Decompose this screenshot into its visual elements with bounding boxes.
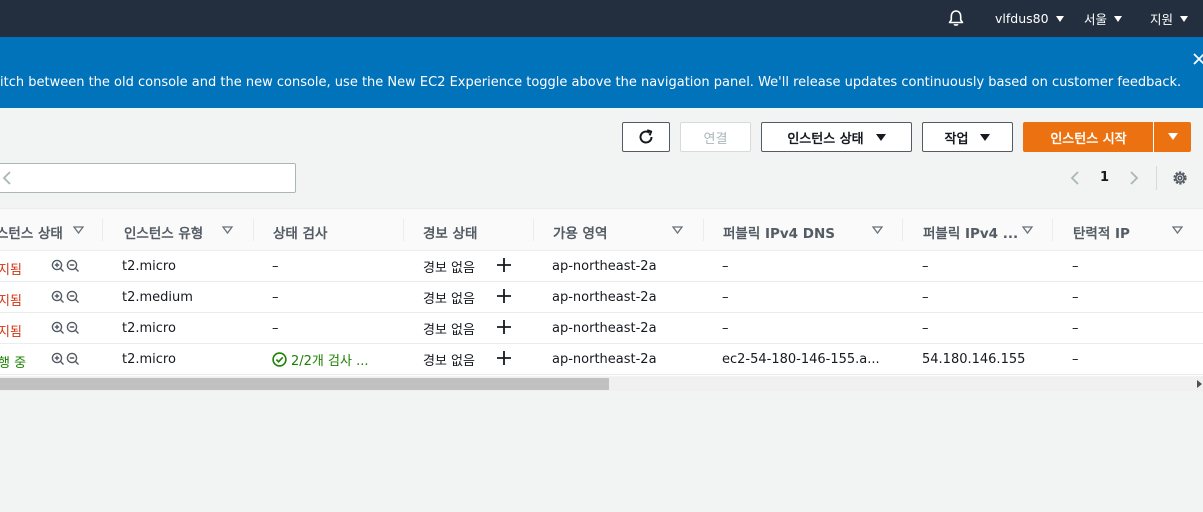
column-header-status-check[interactable]: 상태 검사 [273,222,327,242]
pager-divider [1156,166,1157,190]
zoom-icon[interactable] [51,321,81,335]
chevron-left-icon[interactable] [0,170,14,186]
column-header-instance-type[interactable]: 인스턴스 유형 [124,222,203,242]
column-header-availability-zone[interactable]: 가용 영역 [553,222,607,242]
instances-table: 스턴스 상태 인스턴스 유형 상태 검사 경보 상태 가용 영역 퍼블릭 IPv… [0,208,1203,376]
instance-type: t2.micro [122,259,176,274]
page-number[interactable]: 1 [1100,170,1109,185]
user-name: vlfdus80 [995,11,1049,26]
column-header-instance-state[interactable]: 스턴스 상태 [0,222,63,242]
actions-dropdown[interactable]: 작업 [922,122,1013,152]
status-check: – [272,321,279,336]
caret-down-icon [980,133,991,141]
availability-zone: ap-northeast-2a [552,259,657,274]
sort-icon[interactable] [73,226,84,234]
chevron-left-icon[interactable] [1068,170,1082,186]
instance-state: 행 중 [0,356,27,371]
table-header: 스턴스 상태 인스턴스 유형 상태 검사 경보 상태 가용 영역 퍼블릭 IPv… [0,208,1203,251]
public-ipv4: – [922,290,929,305]
column-header-public-dns[interactable]: 퍼블릭 IPv4 DNS [723,222,835,242]
table-row[interactable]: 행 중 t2.micro 2/2개 검사 ... 경보 없음 ap-northe… [0,344,1203,375]
availability-zone: ap-northeast-2a [552,290,657,305]
instance-type: t2.micro [122,352,176,367]
plus-icon[interactable] [496,319,512,335]
status-check: – [272,290,279,305]
launch-instances-button[interactable]: 인스턴스 시작 [1023,122,1154,152]
alarm-status: 경보 없음 [423,292,475,307]
status-check-cell[interactable]: 2/2개 검사 ... [272,350,368,369]
instance-type: t2.micro [122,321,176,336]
caret-down-icon [1055,15,1064,22]
sort-icon[interactable] [1022,226,1033,234]
column-header-alarm-status[interactable]: 경보 상태 [423,222,477,242]
public-dns: – [722,259,729,274]
search-input[interactable] [0,163,296,193]
public-ipv4: 54.180.146.155 [922,352,1026,367]
public-ipv4: – [922,259,929,274]
status-check: – [272,259,279,274]
sort-icon[interactable] [872,226,883,234]
caret-down-icon [1180,15,1189,22]
close-icon[interactable] [1193,52,1203,66]
top-navigation-bar: vlfdus80 서울 지원 [0,0,1203,37]
public-dns: – [722,290,729,305]
connect-button[interactable]: 연결 [680,122,751,152]
alarm-status: 경보 없음 [423,354,475,369]
support-menu[interactable]: 지원 [1150,0,1189,37]
public-dns: – [722,321,729,336]
connect-label: 연결 [703,131,728,147]
plus-icon[interactable] [496,288,512,304]
zoom-icon[interactable] [51,352,81,366]
region-name: 서울 [1084,12,1108,27]
zoom-icon[interactable] [51,259,81,273]
zoom-icon[interactable] [51,290,81,304]
elastic-ip: – [1072,321,1079,336]
public-dns: ec2-54-180-146-155.a... [722,352,880,367]
gear-icon[interactable] [1171,169,1189,187]
status-check: 2/2개 검사 ... [291,354,369,369]
scroll-right-icon[interactable] [1197,380,1202,388]
scrollbar-thumb[interactable] [0,378,609,390]
launch-dropdown-caret[interactable] [1153,122,1191,152]
support-label: 지원 [1150,12,1174,27]
elastic-ip: – [1072,290,1079,305]
refresh-icon [639,129,653,144]
caret-down-icon [1114,15,1123,22]
check-circle-icon [272,352,287,367]
table-row[interactable]: 지됨 t2.medium – 경보 없음 ap-northeast-2a – –… [0,282,1203,313]
caret-down-icon [875,133,886,141]
table-row[interactable]: 지됨 t2.micro – 경보 없음 ap-northeast-2a – – … [0,313,1203,344]
actions-label: 작업 [944,131,969,147]
instance-type: t2.medium [122,290,193,305]
public-ipv4: – [922,321,929,336]
plus-icon[interactable] [496,350,512,366]
column-header-public-ipv4[interactable]: 퍼블릭 IPv4 ... [923,222,1018,242]
sort-icon[interactable] [1172,226,1183,234]
column-header-elastic-ip[interactable]: 탄력적 IP [1073,222,1130,242]
alarm-status: 경보 없음 [423,261,475,276]
availability-zone: ap-northeast-2a [552,352,657,367]
info-banner: itch between the old console and the new… [0,37,1203,108]
instance-state: 지됨 [0,263,22,278]
instance-state-label: 인스턴스 상태 [787,131,864,147]
refresh-button[interactable] [622,122,670,152]
alarm-status: 경보 없음 [423,323,475,338]
availability-zone: ap-northeast-2a [552,321,657,336]
region-menu[interactable]: 서울 [1084,0,1123,37]
elastic-ip: – [1072,352,1079,367]
banner-message: itch between the old console and the new… [0,75,1182,90]
chevron-right-icon[interactable] [1127,170,1141,186]
user-menu[interactable]: vlfdus80 [995,0,1064,37]
bell-icon[interactable] [946,8,966,28]
plus-icon[interactable] [496,257,512,273]
instance-state: 지됨 [0,325,22,340]
launch-label: 인스턴스 시작 [1050,131,1127,147]
table-row[interactable]: 지됨 t2.micro – 경보 없음 ap-northeast-2a – – … [0,251,1203,282]
sort-icon[interactable] [222,226,233,234]
instance-state-dropdown[interactable]: 인스턴스 상태 [761,122,912,152]
elastic-ip: – [1072,259,1079,274]
sort-icon[interactable] [672,226,683,234]
instance-state: 지됨 [0,294,22,309]
